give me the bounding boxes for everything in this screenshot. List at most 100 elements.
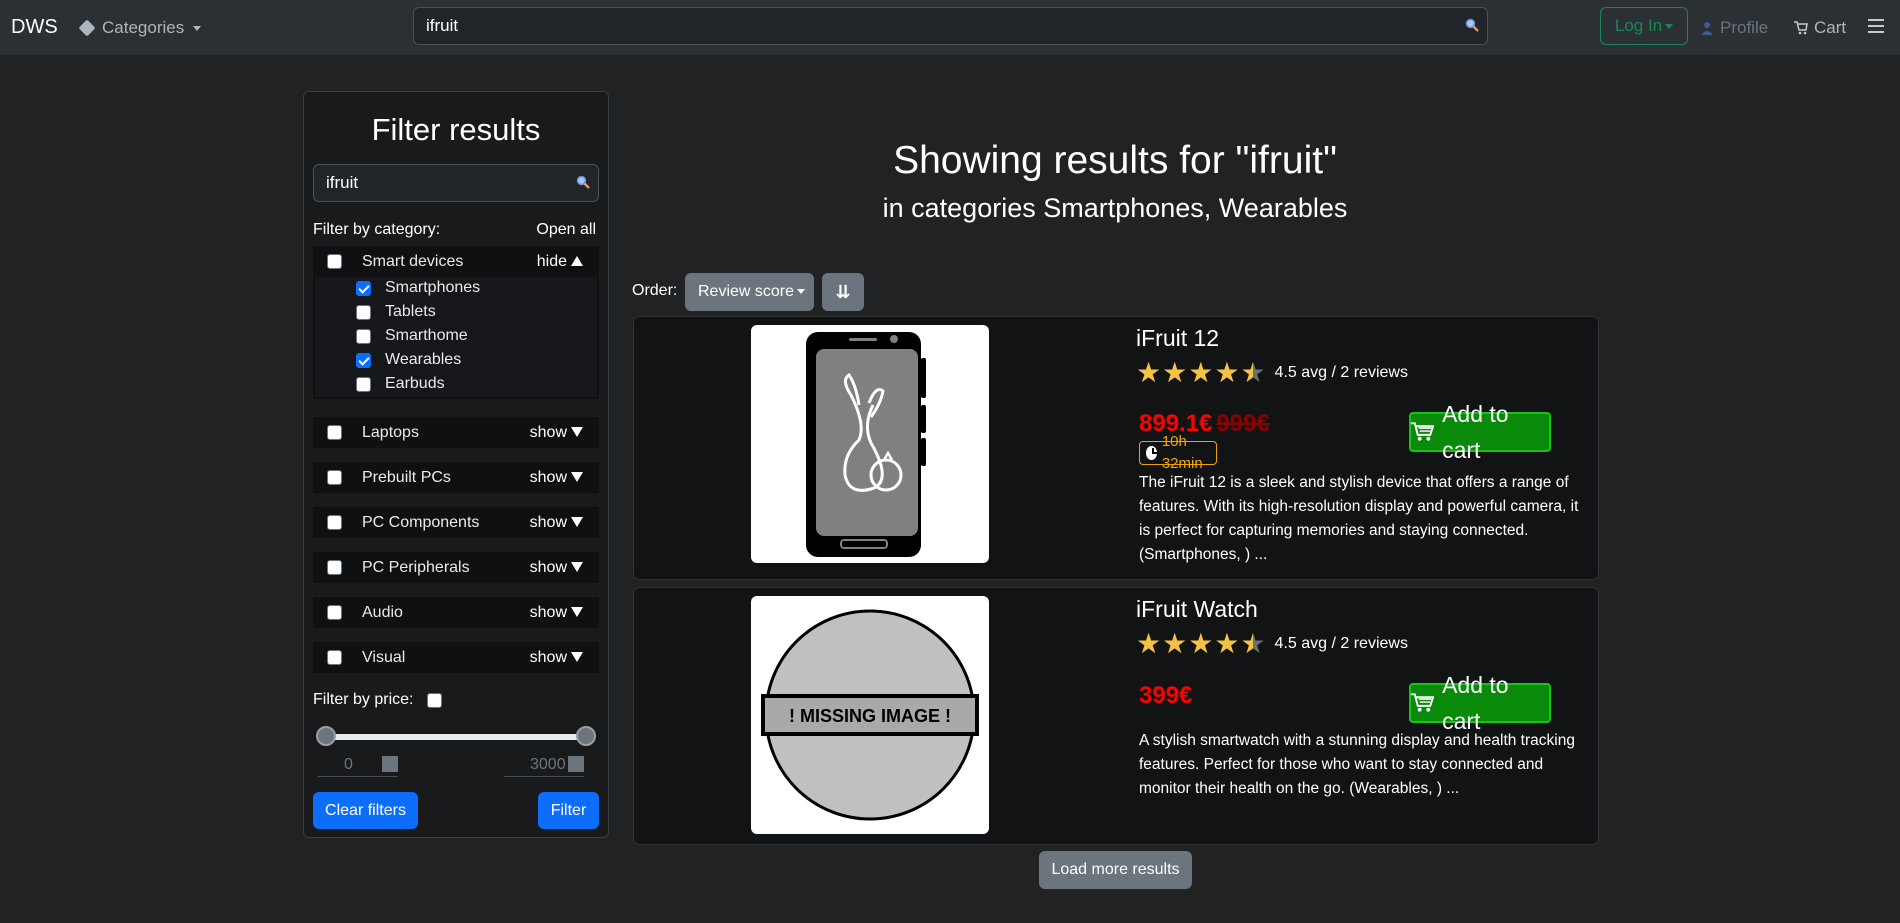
- search-icon[interactable]: [1465, 18, 1479, 32]
- product-image[interactable]: ! MISSING IMAGE !: [751, 596, 989, 834]
- triangle-down-icon: [571, 472, 583, 482]
- filter-by-price-row: Filter by price:: [313, 691, 443, 709]
- top-navbar: DWS Categories ifruit Log In Profile Car…: [0, 0, 1900, 55]
- category-checkbox[interactable]: [327, 650, 342, 665]
- price-slider-min-handle[interactable]: [316, 726, 336, 746]
- login-label: Log In: [1614, 16, 1663, 35]
- subcategory-smartphones[interactable]: Smartphones: [356, 279, 480, 297]
- category-laptops[interactable]: Laptops show: [313, 417, 599, 448]
- category-toggle[interactable]: hide: [537, 253, 583, 271]
- profile-label: Profile: [1720, 18, 1769, 37]
- order-label: Order:: [632, 282, 678, 299]
- toggle-label: hide: [536, 253, 567, 270]
- category-toggle[interactable]: show: [530, 649, 583, 667]
- category-checkbox[interactable]: [327, 605, 342, 620]
- navbar-search-input[interactable]: ifruit: [413, 7, 1488, 45]
- category-label: Audio: [362, 603, 403, 621]
- filter-search-input[interactable]: ifruit: [313, 164, 599, 202]
- results-subheading: in categories Smartphones, Wearables: [882, 193, 1348, 223]
- brand-logo[interactable]: DWS: [11, 16, 58, 39]
- price-min-spinner[interactable]: [382, 756, 398, 772]
- sale-timer-badge: 10h 32min: [1139, 433, 1217, 472]
- phone-fruit-image: [806, 332, 926, 557]
- price-min-input[interactable]: 0: [318, 753, 398, 777]
- subcategory-checkbox[interactable]: [356, 376, 371, 392]
- order-select[interactable]: Review score: [685, 273, 814, 311]
- user-icon: [1701, 22, 1713, 35]
- toggle-label: show: [529, 649, 567, 666]
- category-prebuilt-pcs[interactable]: Prebuilt PCs show: [313, 462, 599, 493]
- category-label: PC Peripherals: [362, 558, 470, 576]
- filter-by-price-label: Filter by price:: [313, 691, 414, 708]
- star-icon: ★: [1162, 357, 1188, 388]
- clear-filters-button[interactable]: Clear filters: [313, 792, 418, 829]
- category-checkbox[interactable]: [327, 470, 342, 485]
- category-toggle[interactable]: show: [530, 514, 583, 532]
- category-pc-components[interactable]: PC Components show: [313, 507, 599, 538]
- category-checkbox[interactable]: [327, 254, 342, 269]
- category-label: Smart devices: [362, 252, 464, 270]
- profile-link[interactable]: Profile: [1700, 18, 1768, 38]
- star-icon: ★: [1162, 628, 1188, 659]
- toggle-label: show: [529, 424, 567, 441]
- add-to-cart-button[interactable]: Add to cart: [1409, 401, 1551, 463]
- category-smart-devices[interactable]: Smart devices hide: [313, 246, 599, 277]
- subcategory-checkbox[interactable]: [356, 352, 371, 368]
- subcategory-label: Smarthome: [385, 327, 468, 344]
- category-audio[interactable]: Audio show: [313, 597, 599, 628]
- price-max-spinner[interactable]: [568, 756, 584, 772]
- hamburger-icon[interactable]: [1868, 19, 1884, 33]
- product-title[interactable]: iFruit Watch: [1136, 596, 1258, 623]
- filter-button[interactable]: Filter: [538, 792, 599, 829]
- category-visual[interactable]: Visual show: [313, 642, 599, 673]
- triangle-down-icon: [571, 607, 583, 617]
- category-label: Visual: [362, 648, 406, 666]
- caret-down-icon: [1665, 24, 1674, 30]
- subcategory-label: Smartphones: [385, 279, 481, 296]
- tag-icon: [78, 19, 96, 37]
- subcategory-checkbox[interactable]: [356, 328, 371, 344]
- category-toggle[interactable]: show: [530, 559, 583, 577]
- triangle-down-icon: [571, 562, 583, 572]
- subcategory-tablets[interactable]: Tablets: [356, 303, 436, 321]
- subcategory-earbuds[interactable]: Earbuds: [356, 375, 445, 393]
- open-all-link[interactable]: Open all: [536, 221, 596, 239]
- product-title[interactable]: iFruit 12: [1136, 325, 1219, 352]
- price-max-input[interactable]: 3000: [504, 753, 584, 777]
- toggle-label: show: [529, 469, 567, 486]
- subcategory-checkbox[interactable]: [356, 304, 371, 320]
- category-pc-peripherals[interactable]: PC Peripherals show: [313, 552, 599, 583]
- star-icon: ★: [1188, 357, 1214, 388]
- toggle-label: show: [529, 559, 567, 576]
- rating-text: 4.5 avg / 2 reviews: [1274, 364, 1408, 381]
- product-card: iFruit 12 ★ ★ ★ ★ ★ 4.5 avg / 2 reviews …: [633, 316, 1599, 580]
- price-slider-max-handle[interactable]: [576, 726, 596, 746]
- category-checkbox[interactable]: [327, 425, 342, 440]
- triangle-down-icon: [571, 517, 583, 527]
- cart-link[interactable]: Cart: [1794, 18, 1846, 38]
- price-filter-checkbox[interactable]: [427, 692, 443, 708]
- search-icon[interactable]: [576, 175, 590, 189]
- category-checkbox[interactable]: [327, 515, 342, 530]
- add-to-cart-button[interactable]: Add to cart: [1409, 672, 1551, 734]
- current-price: 399€: [1139, 682, 1193, 709]
- category-checkbox[interactable]: [327, 560, 342, 575]
- login-dropdown-button[interactable]: Log In: [1600, 7, 1688, 45]
- sort-direction-button[interactable]: ⇊: [822, 273, 864, 311]
- star-icon: ★: [1188, 628, 1214, 659]
- subcategory-wearables[interactable]: Wearables: [356, 351, 461, 369]
- category-toggle[interactable]: show: [530, 424, 583, 442]
- subcategory-checkbox[interactable]: [356, 280, 371, 296]
- price-slider-track[interactable]: [328, 734, 584, 740]
- load-more-button[interactable]: Load more results: [1039, 851, 1192, 889]
- triangle-down-icon: [571, 652, 583, 662]
- product-image[interactable]: [751, 325, 989, 563]
- add-to-cart-label: Add to cart: [1442, 401, 1509, 463]
- category-toggle[interactable]: show: [530, 469, 583, 487]
- timer-text: 10h 32min: [1161, 433, 1203, 472]
- category-toggle[interactable]: show: [530, 604, 583, 622]
- categories-dropdown[interactable]: Categories: [78, 18, 202, 38]
- filter-sidebar: Filter results ifruit Filter by category…: [303, 91, 609, 838]
- old-price: 999€: [1216, 410, 1270, 437]
- subcategory-smarthome[interactable]: Smarthome: [356, 327, 468, 345]
